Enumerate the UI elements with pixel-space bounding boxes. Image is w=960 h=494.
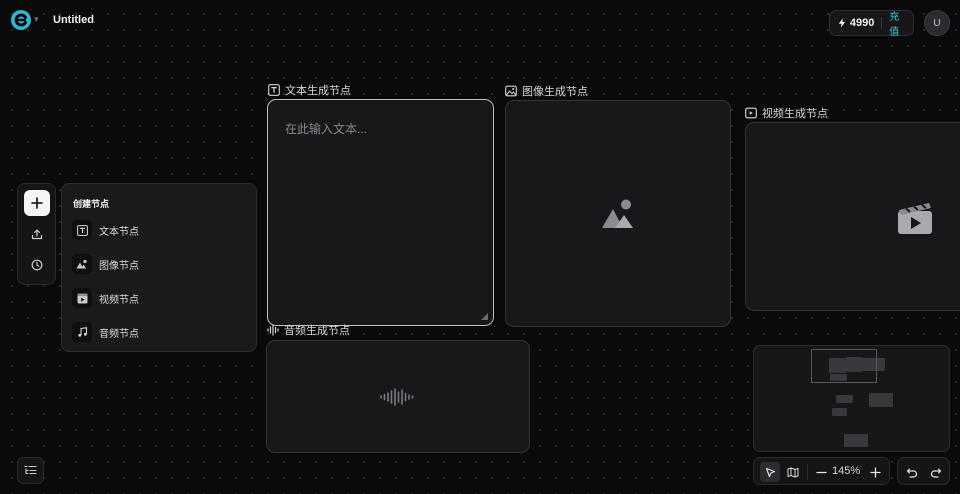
text-node-label[interactable]: 文本生成节点 xyxy=(268,82,351,98)
redo-icon xyxy=(930,467,942,478)
upload-icon xyxy=(31,229,43,240)
avatar[interactable]: U xyxy=(924,10,950,36)
upload-button[interactable] xyxy=(27,224,47,244)
text-icon xyxy=(72,220,92,240)
node-title: 视频生成节点 xyxy=(762,108,828,120)
menu-item-label: 视频节点 xyxy=(99,294,139,306)
app-logo[interactable] xyxy=(10,9,32,31)
image-icon xyxy=(505,85,517,97)
undo-icon xyxy=(906,467,918,478)
minimap-node xyxy=(832,408,847,416)
image-node-card[interactable] xyxy=(505,100,731,327)
image-icon xyxy=(72,254,92,274)
undo-redo-controls xyxy=(897,457,950,485)
redo-button[interactable] xyxy=(926,462,946,482)
zoom-out-button[interactable] xyxy=(811,462,831,482)
select-tool-button[interactable] xyxy=(760,462,780,482)
video-placeholder-icon xyxy=(898,203,932,234)
image-placeholder-icon xyxy=(602,199,633,228)
add-node-button[interactable] xyxy=(24,190,50,216)
minimap-node xyxy=(836,395,853,403)
node-title: 文本生成节点 xyxy=(285,85,351,97)
chevron-down-icon[interactable]: ▾ xyxy=(34,14,39,25)
history-clock-icon xyxy=(31,259,43,271)
undo-button[interactable] xyxy=(902,462,922,482)
video-node-label[interactable]: 视频生成节点 xyxy=(745,105,828,121)
cursor-arrow-icon xyxy=(765,467,775,477)
audio-wave-icon xyxy=(267,324,279,336)
video-node-card[interactable] xyxy=(745,122,960,311)
minimap-node xyxy=(869,393,893,407)
menu-item-label: 音频节点 xyxy=(99,328,139,340)
map-toggle-button[interactable] xyxy=(783,462,803,482)
plus-icon xyxy=(31,197,43,209)
recharge-link[interactable]: 充值 xyxy=(889,8,905,38)
page-title[interactable]: Untitled xyxy=(53,14,94,26)
zoom-level: 145% xyxy=(832,465,861,477)
divider xyxy=(881,17,883,29)
zoom-in-button[interactable] xyxy=(865,462,885,482)
history-button[interactable] xyxy=(27,255,47,275)
image-node-label[interactable]: 图像生成节点 xyxy=(505,83,588,99)
credits-badge[interactable]: 4990 充值 xyxy=(829,8,914,38)
text-node-card[interactable]: 在此输入文本... xyxy=(267,99,494,326)
text-icon xyxy=(268,84,280,96)
minus-icon xyxy=(815,471,827,473)
music-note-icon xyxy=(72,322,92,342)
minimap-node xyxy=(844,434,868,447)
resize-handle-icon[interactable] xyxy=(481,313,488,320)
list-tree-icon xyxy=(24,465,37,475)
audio-wave-icon xyxy=(380,387,414,406)
map-icon xyxy=(787,467,799,477)
node-title: 图像生成节点 xyxy=(522,86,588,98)
divider xyxy=(807,464,808,480)
menu-item-text-node[interactable]: 文本节点 xyxy=(72,219,139,241)
node-title: 音频生成节点 xyxy=(284,325,350,337)
menu-item-video-node[interactable]: 视频节点 xyxy=(72,287,139,309)
menu-item-image-node[interactable]: 图像节点 xyxy=(72,253,139,275)
create-node-menu: 创建节点 文本节点 图像节点 视频节点 音频节点 xyxy=(61,183,257,352)
menu-title: 创建节点 xyxy=(73,199,110,209)
audio-node-label[interactable]: 音频生成节点 xyxy=(267,322,350,338)
minimap[interactable] xyxy=(753,345,950,452)
video-icon xyxy=(745,107,757,119)
left-toolbar xyxy=(17,183,56,285)
lightning-icon xyxy=(838,18,846,28)
video-icon xyxy=(72,288,92,308)
zoom-controls: 145% xyxy=(753,457,890,485)
menu-item-label: 图像节点 xyxy=(99,260,139,272)
credits-amount: 4990 xyxy=(849,17,875,29)
menu-item-audio-node[interactable]: 音频节点 xyxy=(72,321,139,343)
minimap-viewport[interactable] xyxy=(811,349,877,383)
menu-item-label: 文本节点 xyxy=(99,226,139,238)
audio-node-card[interactable] xyxy=(266,340,530,453)
text-node-input[interactable]: 在此输入文本... xyxy=(285,120,367,137)
layers-button[interactable] xyxy=(17,457,44,484)
plus-icon xyxy=(869,466,881,478)
